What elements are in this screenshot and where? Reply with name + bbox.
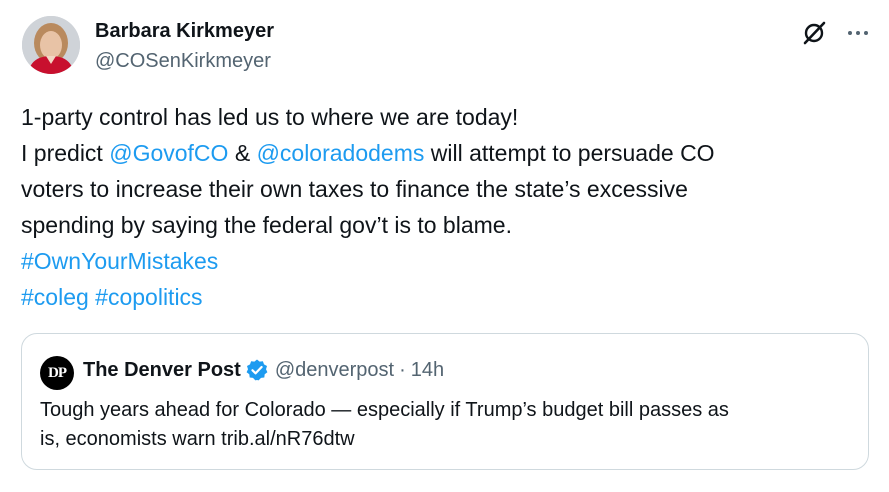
mention-govofco[interactable]: @GovofCO (109, 140, 228, 166)
tweet-text-segment: I predict (21, 140, 110, 166)
tweet-line: spending by saying the federal gov’t is … (21, 212, 512, 238)
quoted-tweet-header: The Denver Post @denverpost · 14h (83, 358, 444, 382)
tweet-text: 1-party control has led us to where we a… (21, 99, 871, 315)
tweet-text-segment: will attempt to persuade CO (424, 140, 715, 166)
quoted-author-name[interactable]: The Denver Post (83, 359, 241, 382)
quoted-author-handle[interactable]: @denverpost (275, 359, 394, 382)
separator-dot: · (399, 358, 406, 381)
author-avatar[interactable] (22, 16, 80, 74)
quoted-line: Tough years ahead for Colorado — especia… (40, 399, 729, 421)
avatar-image (22, 16, 80, 74)
tweet-line: #OwnYourMistakes (21, 243, 871, 279)
author-handle[interactable]: @COSenKirkmeyer (95, 50, 271, 73)
quoted-link[interactable]: trib.al/nR76dtw (221, 428, 354, 450)
tweet-text-segment: & (228, 140, 257, 166)
tweet-line: #coleg #copolitics (21, 279, 871, 315)
hashtag-ownyourmistakes[interactable]: #OwnYourMistakes (21, 248, 218, 274)
tweet-line: I predict @GovofCO & @coloradodems will … (21, 135, 871, 171)
tweet-line: voters to increase their own taxes to fi… (21, 176, 688, 202)
grok-icon[interactable] (801, 20, 827, 46)
author-name[interactable]: Barbara Kirkmeyer (95, 20, 274, 43)
more-options-icon[interactable] (845, 20, 871, 46)
quoted-text-segment: is, economists warn (40, 428, 222, 450)
quoted-tweet-card[interactable]: DP The Denver Post @denverpost · 14h Tou… (21, 333, 869, 470)
denver-post-logo: DP (40, 356, 74, 390)
hashtag-coleg[interactable]: #coleg (21, 284, 89, 310)
mention-coloradodems[interactable]: @coloradodems (257, 140, 425, 166)
quoted-timestamp[interactable]: 14h (411, 359, 444, 382)
hashtag-copolitics[interactable]: #copolitics (95, 284, 202, 310)
quoted-line: is, economists warn trib.al/nR76dtw (40, 425, 860, 454)
verified-badge-icon (246, 359, 268, 381)
tweet-line: 1-party control has led us to where we a… (21, 104, 519, 130)
quoted-tweet-text: Tough years ahead for Colorado — especia… (40, 396, 860, 454)
